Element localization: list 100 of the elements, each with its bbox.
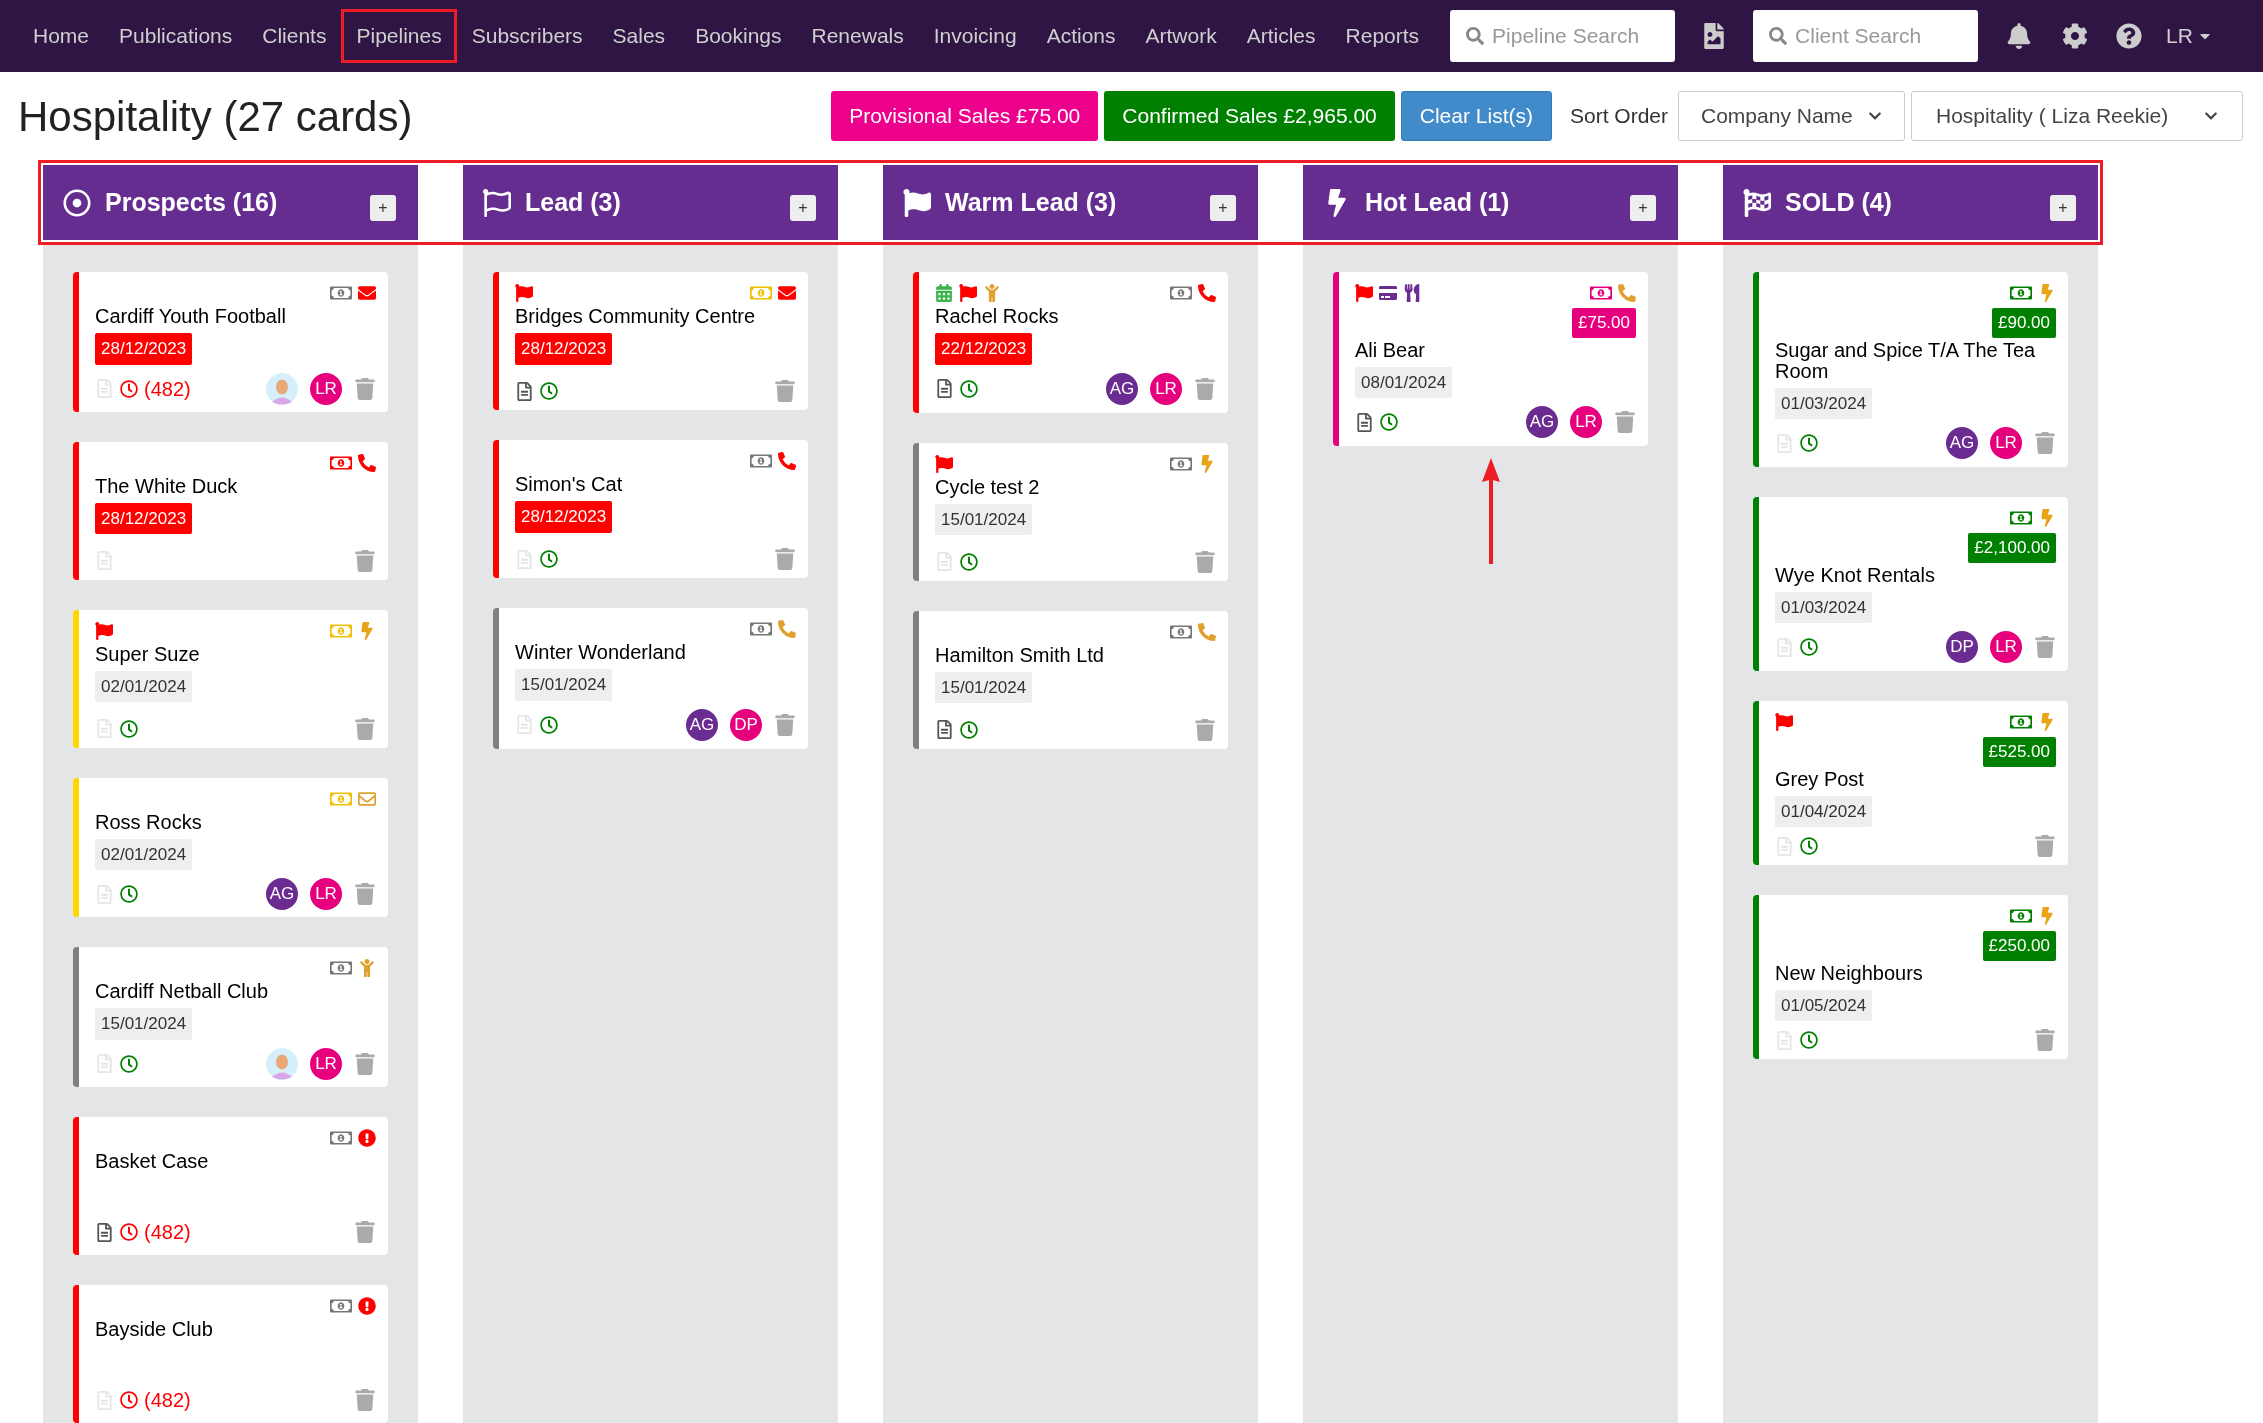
user-avatar: AG	[266, 878, 298, 911]
delete-icon[interactable]	[2034, 636, 2056, 658]
user-avatar: LR	[1570, 406, 1602, 438]
company-name: Simon's Cat	[515, 474, 624, 495]
column-title: Warm Lead (3)	[945, 186, 1117, 218]
delete-icon[interactable]	[2034, 835, 2056, 857]
user-avatar: DP	[730, 708, 762, 741]
nav-link[interactable]: Publications	[104, 9, 248, 63]
pipeline-card[interactable]: £525.00 Grey Post 01/04/2024	[1753, 701, 2068, 865]
pipeline-card[interactable]: Super Suze 02/01/2024	[73, 609, 388, 748]
column-title: Lead (3)	[525, 186, 621, 218]
user-avatar: LR	[310, 372, 342, 405]
pipeline-card[interactable]: £75.00 Ali Bear 08/01/2024 AG LR	[1333, 272, 1648, 446]
delete-icon[interactable]	[354, 883, 376, 906]
company-name: Bayside Club	[95, 1319, 214, 1340]
add-card-button[interactable]: +	[370, 194, 396, 221]
pipeline-card[interactable]: Cardiff Youth Football 28/12/2023 (482) LR	[73, 272, 388, 412]
delete-icon[interactable]	[354, 1052, 376, 1075]
pipeline-card[interactable]: Basket Case (482)	[73, 1117, 388, 1255]
company-name: Super Suze	[95, 643, 201, 665]
page-title: Hospitality (27 cards)	[18, 91, 413, 142]
add-card-button[interactable]: +	[2050, 194, 2076, 221]
checkered-flag-icon	[1743, 188, 1771, 217]
sort-order-label: Sort Order	[1569, 103, 1668, 130]
delete-icon[interactable]	[354, 377, 376, 400]
pipeline-card[interactable]: Cycle test 2 15/01/2024	[913, 442, 1228, 581]
document-icon[interactable]	[95, 1222, 114, 1242]
delete-icon[interactable]	[2034, 432, 2056, 454]
nav-link[interactable]: Sales	[597, 9, 681, 63]
user-avatar: LR	[310, 1047, 342, 1080]
nav-link[interactable]: Articles	[1231, 9, 1331, 63]
delete-icon[interactable]	[1614, 411, 1636, 433]
user-avatar: LR	[310, 878, 342, 911]
user-avatar: DP	[1946, 631, 1978, 663]
delete-icon[interactable]	[774, 548, 796, 570]
amount-badge: £250.00	[1982, 931, 2056, 961]
client-search-field[interactable]: Client Search	[1753, 10, 1979, 62]
delete-icon[interactable]	[2034, 1029, 2056, 1051]
nav-link[interactable]: Bookings	[680, 9, 797, 63]
nav-link[interactable]: Clients	[247, 9, 342, 63]
pipeline-card[interactable]: Bayside Club (482)	[73, 1285, 388, 1423]
overdue-count: (482)	[144, 376, 191, 402]
delete-icon[interactable]	[1194, 377, 1216, 400]
sort-order-select[interactable]: Company Name	[1678, 91, 1905, 141]
confirmed-sales-button[interactable]: Confirmed Sales £2,965.00	[1104, 91, 1395, 141]
help-icon[interactable]	[2116, 23, 2143, 49]
pipeline-card[interactable]: Winter Wonderland 15/01/2024 AG DP	[493, 608, 808, 749]
delete-icon[interactable]	[354, 717, 376, 740]
delete-icon[interactable]	[354, 1221, 376, 1243]
add-card-button[interactable]: +	[1630, 194, 1656, 221]
notification-bell-icon[interactable]	[2006, 23, 2033, 49]
user-avatar: AG	[1526, 406, 1558, 438]
delete-icon[interactable]	[354, 1389, 376, 1411]
pipeline-card[interactable]: The White Duck 28/12/2023	[73, 441, 388, 580]
delete-icon[interactable]	[354, 549, 376, 572]
company-name: Winter Wonderland	[515, 642, 687, 663]
document-icon[interactable]	[515, 381, 534, 401]
date-badge: 02/01/2024	[95, 838, 193, 871]
user-menu[interactable]: LR	[2166, 20, 2213, 52]
pipeline-card[interactable]: Bridges Community Centre 28/12/2023	[493, 272, 808, 410]
date-badge: 01/03/2024	[1775, 591, 1873, 623]
date-badge: 15/01/2024	[515, 669, 613, 701]
pipeline-card[interactable]: £90.00 Sugar and Spice T/A The Tea Room 01/03/2024 AG LR	[1753, 272, 2068, 467]
delete-icon[interactable]	[774, 380, 796, 402]
company-name: Rachel Rocks	[935, 306, 1060, 327]
company-name: New Neighbours	[1775, 962, 1924, 984]
document-icon[interactable]	[935, 720, 954, 739]
settings-icon[interactable]	[2062, 23, 2089, 49]
pipeline-card[interactable]: Simon's Cat 28/12/2023	[493, 440, 808, 578]
delete-icon[interactable]	[1194, 550, 1216, 573]
nav-link[interactable]: Pipelines	[341, 9, 457, 63]
nav-link[interactable]: Home	[18, 9, 105, 63]
pipeline-select[interactable]: Hospitality ( Liza Reekie)	[1911, 91, 2243, 141]
pipeline-card[interactable]: Ross Rocks 02/01/2024 AG LR	[73, 777, 388, 918]
document-icon[interactable]	[1355, 412, 1374, 432]
nav-link[interactable]: Renewals	[796, 9, 919, 63]
date-badge: 01/05/2024	[1775, 989, 1873, 1021]
provisional-sales-button[interactable]: Provisional Sales £75.00	[831, 91, 1099, 141]
target-icon	[63, 188, 91, 217]
column-title: SOLD (4)	[1785, 186, 1892, 218]
nav-link[interactable]: Subscribers	[456, 9, 598, 63]
date-badge: 28/12/2023	[95, 333, 193, 365]
pipeline-card[interactable]: £250.00 New Neighbours 01/05/2024	[1753, 895, 2068, 1059]
delete-icon[interactable]	[1194, 718, 1216, 741]
delete-icon[interactable]	[774, 713, 796, 736]
document-icon[interactable]	[935, 379, 954, 398]
pipeline-card[interactable]: Rachel Rocks 22/12/2023 AG LR	[913, 272, 1228, 413]
pipeline-card[interactable]: Cardiff Netball Club 15/01/2024 LR	[73, 947, 388, 1087]
add-card-button[interactable]: +	[790, 194, 816, 221]
pipeline-search-field[interactable]: Pipeline Search	[1450, 10, 1676, 62]
clear-lists-button[interactable]: Clear List(s)	[1400, 91, 1552, 141]
pipeline-card[interactable]: £2,100.00 Wye Knot Rentals 01/03/2024 DP LR	[1753, 497, 2068, 671]
nav-link[interactable]: Actions	[1031, 9, 1131, 63]
amount-badge: £525.00	[1982, 737, 2056, 767]
nav-link[interactable]: Invoicing	[918, 9, 1032, 63]
nav-link[interactable]: Reports	[1330, 9, 1435, 63]
add-card-button[interactable]: +	[1210, 194, 1236, 221]
company-name: Wye Knot Rentals	[1775, 564, 1936, 586]
nav-link[interactable]: Artwork	[1130, 9, 1232, 63]
pipeline-card[interactable]: Hamilton Smith Ltd 15/01/2024	[913, 610, 1228, 749]
